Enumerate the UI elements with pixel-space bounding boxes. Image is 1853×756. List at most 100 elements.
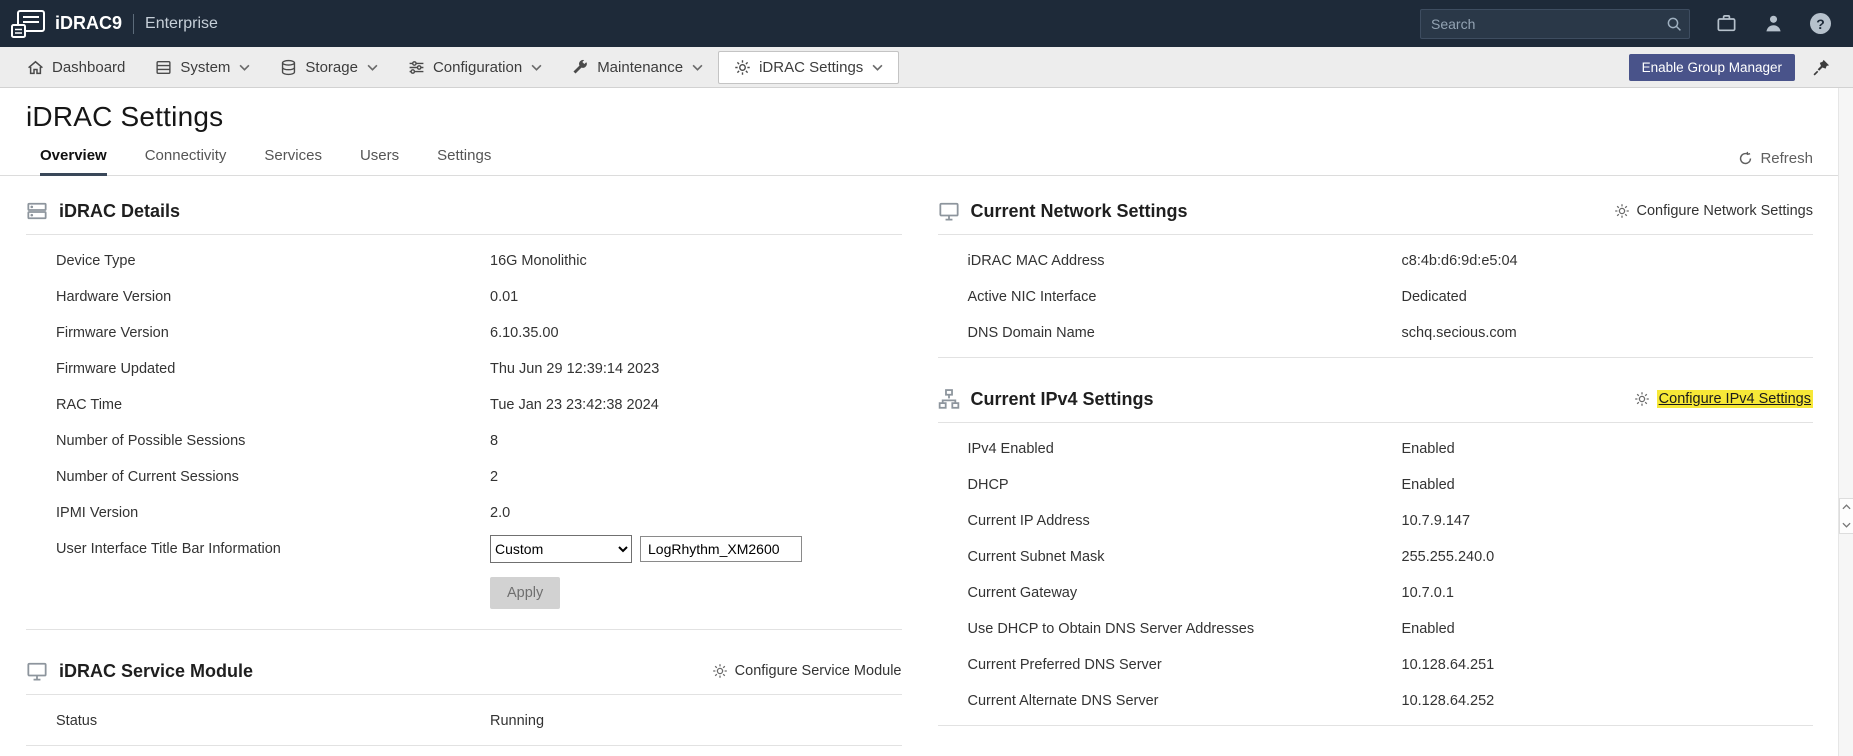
nav-dashboard[interactable]: Dashboard [12, 47, 140, 87]
gear-icon [712, 664, 727, 678]
refresh-icon [1740, 151, 1752, 165]
monitor-icon [27, 662, 47, 681]
section-title: Current IPv4 Settings [970, 388, 1154, 409]
edition-label: Enterprise [145, 14, 218, 32]
ipv4-settings-section: Current IPv4 Settings Configure IPv4 Set… [937, 382, 1814, 726]
search-input[interactable] [1420, 8, 1690, 39]
brand-divider [133, 13, 135, 34]
row-value: 10.7.0.1 [1401, 585, 1454, 601]
row-label: Number of Current Sessions [56, 469, 239, 485]
idrac-logo-icon [10, 9, 46, 39]
server-icon [156, 60, 171, 74]
nav-idrac-settings[interactable]: iDRAC Settings [718, 50, 900, 84]
configure-service-module-link[interactable]: Configure Service Module [712, 663, 902, 679]
detail-row: DHCP Enabled [938, 467, 1814, 503]
scrollbar[interactable] [1838, 88, 1853, 756]
configure-network-settings-link[interactable]: Configure Network Settings [1614, 203, 1814, 219]
apply-button[interactable]: Apply [490, 577, 561, 609]
row-label: Active NIC Interface [967, 289, 1097, 305]
search-icon[interactable] [1666, 16, 1682, 32]
detail-row: IPMI Version 2.0 [26, 495, 902, 531]
row-value: 10.7.9.147 [1401, 513, 1471, 529]
tab-settings[interactable]: Settings [437, 139, 491, 176]
sliders-icon [409, 60, 424, 74]
nav-configuration[interactable]: Configuration [393, 47, 557, 87]
service-module-section: iDRAC Service Module Configure Service M… [26, 654, 902, 746]
row-label: Firmware Updated [56, 361, 176, 377]
tab-services[interactable]: Services [264, 139, 322, 176]
row-value: 8 [490, 433, 499, 449]
section-title: Current Network Settings [970, 200, 1188, 221]
row-value: 16G Monolithic [490, 253, 587, 269]
enable-group-manager-button[interactable]: Enable Group Manager [1628, 53, 1795, 81]
row-label: Status [56, 713, 98, 729]
chevron-down-icon [872, 64, 883, 71]
refresh-label: Refresh [1760, 150, 1813, 167]
nav-maintenance[interactable]: Maintenance [557, 47, 718, 87]
chevron-down-icon [239, 64, 250, 71]
detail-row: Current IP Address 10.7.9.147 [938, 503, 1814, 539]
tab-connectivity[interactable]: Connectivity [145, 139, 227, 176]
topbar-actions: ? [1420, 8, 1831, 39]
row-label: IPv4 Enabled [967, 441, 1054, 457]
help-icon[interactable]: ? [1810, 13, 1831, 34]
detail-row: Active NIC Interface Dedicated [938, 279, 1814, 315]
search-box [1420, 8, 1690, 39]
row-label: iDRAC MAC Address [967, 253, 1105, 269]
tab-bar: Overview Connectivity Services Users Set… [0, 139, 1853, 176]
row-value: 255.255.240.0 [1401, 549, 1495, 565]
row-label: Current Preferred DNS Server [967, 657, 1162, 673]
detail-row: Current Preferred DNS Server 10.128.64.2… [938, 647, 1814, 683]
top-bar: iDRAC9 Enterprise ? [0, 0, 1853, 47]
row-label: Current Subnet Mask [967, 549, 1105, 565]
nav-storage[interactable]: Storage [265, 47, 393, 87]
row-label: DNS Domain Name [967, 325, 1095, 341]
apply-row: Apply [26, 575, 902, 611]
page-content: iDRAC Settings Overview Connectivity Ser… [0, 101, 1853, 756]
configure-ipv4-settings-link[interactable]: Configure IPv4 Settings [1634, 390, 1813, 408]
tab-users[interactable]: Users [360, 139, 399, 176]
title-bar-text-input[interactable] [640, 536, 802, 562]
nav-label: iDRAC Settings [759, 58, 864, 76]
row-label: Current Gateway [967, 585, 1078, 601]
row-label: Firmware Version [56, 325, 169, 341]
page-title: iDRAC Settings [26, 101, 224, 132]
chevron-down-icon[interactable] [1842, 522, 1851, 528]
link-label: Configure Network Settings [1636, 203, 1814, 219]
row-value: 2.0 [490, 505, 511, 521]
row-value: Thu Jun 29 12:39:14 2023 [490, 361, 660, 377]
nav-actions: Enable Group Manager [1628, 47, 1831, 87]
row-value: Running [490, 713, 545, 729]
detail-row: iDRAC MAC Address c8:4b:d6:9d:e5:04 [938, 243, 1814, 279]
row-label: RAC Time [56, 397, 123, 413]
row-label: Device Type [56, 253, 136, 269]
gear-icon [1634, 392, 1649, 406]
row-label: Number of Possible Sessions [56, 433, 246, 449]
link-label: Configure Service Module [734, 663, 902, 679]
chevron-down-icon [531, 64, 542, 71]
monitor-icon [938, 202, 959, 221]
title-bar-mode-select[interactable]: Custom [490, 535, 632, 563]
row-value: Enabled [1401, 477, 1455, 493]
sitemap-icon [938, 389, 959, 409]
chevron-down-icon [367, 64, 378, 71]
refresh-button[interactable]: Refresh [1738, 150, 1813, 175]
idrac-details-section: iDRAC Details Device Type 16G Monolithic… [26, 194, 902, 630]
gear-icon [1614, 204, 1629, 218]
row-label: IPMI Version [56, 505, 139, 521]
user-icon[interactable] [1763, 13, 1784, 34]
product-name: iDRAC9 [55, 13, 123, 33]
detail-row: RAC Time Tue Jan 23 23:42:38 2024 [26, 387, 902, 423]
detail-row: Current Alternate DNS Server 10.128.64.2… [938, 683, 1814, 719]
detail-row: Device Type 16G Monolithic [26, 243, 902, 279]
detail-row: Number of Current Sessions 2 [26, 459, 902, 495]
row-label: Hardware Version [56, 289, 172, 305]
pin-icon[interactable] [1812, 58, 1831, 77]
nav-system[interactable]: System [140, 47, 265, 87]
row-label: DHCP [967, 477, 1009, 493]
section-title: iDRAC Details [59, 200, 181, 221]
wrench-icon [573, 59, 588, 74]
tab-overview[interactable]: Overview [40, 139, 107, 176]
chevron-up-icon[interactable] [1842, 504, 1851, 510]
briefcase-icon[interactable] [1716, 13, 1737, 34]
